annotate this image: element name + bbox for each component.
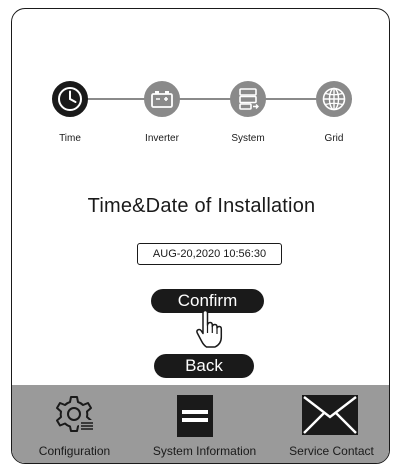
- document-icon: [177, 395, 213, 437]
- step-system[interactable]: [230, 81, 266, 117]
- step-inverter-label: Inverter: [145, 133, 179, 144]
- nav-configuration-label: Configuration: [38, 444, 111, 458]
- step-grid-label: Grid: [324, 133, 344, 144]
- step-time-label: Time: [59, 133, 81, 144]
- nav-service-contact-label: Service Contact: [289, 444, 374, 458]
- step-connector: [70, 98, 352, 100]
- nav-configuration[interactable]: Configuration: [12, 385, 137, 463]
- envelope-icon: [302, 395, 358, 435]
- clock-icon: [58, 87, 82, 111]
- step-grid[interactable]: [316, 81, 352, 117]
- setup-stepper: Time Inverter System Grid: [12, 9, 389, 169]
- gear-icon: [56, 396, 93, 432]
- nav-system-information[interactable]: System Information: [137, 385, 272, 463]
- globe-icon: [322, 87, 346, 111]
- battery-icon: [151, 91, 173, 108]
- step-inverter[interactable]: [144, 81, 180, 117]
- step-system-label: System: [231, 133, 265, 144]
- pointer-hand-icon: [196, 309, 223, 348]
- back-button[interactable]: Back: [154, 354, 254, 378]
- datetime-field[interactable]: AUG-20,2020 10:56:30: [137, 243, 282, 265]
- nav-service-contact[interactable]: Service Contact: [272, 385, 389, 463]
- page-title: Time&Date of Installation: [87, 195, 316, 217]
- bottom-nav: Configuration System Information Service…: [12, 385, 389, 463]
- step-time[interactable]: [52, 81, 88, 117]
- server-icon: [239, 88, 259, 110]
- nav-system-information-label: System Information: [152, 444, 257, 458]
- device-screen: Time Inverter System Grid Time&Date of I…: [11, 8, 390, 464]
